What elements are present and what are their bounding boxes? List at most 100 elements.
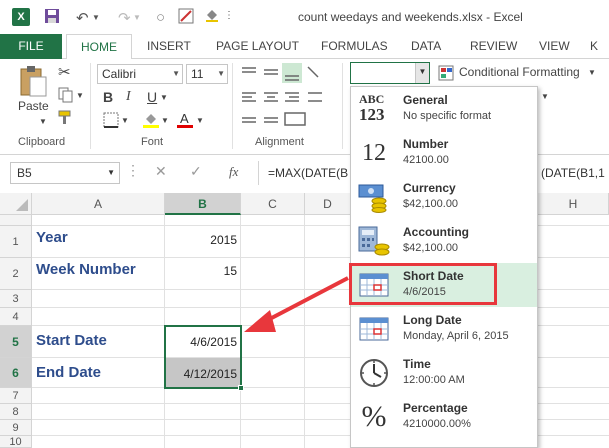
tab-data[interactable]: DATA	[411, 34, 441, 59]
row-header-4[interactable]: 4	[0, 308, 32, 326]
paint-bucket-icon[interactable]	[204, 7, 220, 23]
separator	[342, 63, 343, 149]
formula-input-overflow[interactable]: (DATE(B1,1	[541, 166, 605, 180]
select-all-corner[interactable]	[0, 193, 32, 215]
paste-dropdown-icon[interactable]: ▼	[39, 117, 47, 126]
row-header-7[interactable]: 7	[0, 388, 32, 404]
tab-home[interactable]: HOME	[66, 34, 132, 60]
cell-b5[interactable]: 4/6/2015	[165, 335, 241, 349]
format-as-table-dropdown-icon[interactable]: ▼	[541, 92, 549, 101]
cell-b2[interactable]: 15	[165, 264, 241, 278]
chevron-down-icon[interactable]: ▼	[107, 163, 115, 183]
underline-button[interactable]: U	[147, 89, 157, 105]
row-header-1[interactable]: 1	[0, 226, 32, 258]
tab-more[interactable]: K	[590, 34, 598, 59]
conditional-formatting-button[interactable]: Conditional Formatting	[459, 65, 580, 79]
formula-input[interactable]: =MAX(DATE(B	[268, 166, 348, 180]
tab-insert[interactable]: INSERT	[147, 34, 191, 59]
paste-icon[interactable]	[18, 65, 48, 97]
enter-check-icon[interactable]: ✓	[190, 163, 202, 180]
qat-customize-icon[interactable]: ⋮	[224, 10, 234, 21]
underline-dropdown-icon[interactable]: ▼	[160, 93, 168, 102]
undo-dropdown-icon[interactable]: ▼	[92, 13, 100, 22]
cell-b1[interactable]: 2015	[165, 233, 241, 247]
fill-handle[interactable]	[238, 385, 244, 391]
insert-function-icon[interactable]: fx	[229, 164, 238, 180]
cell-a6[interactable]: End Date	[36, 364, 101, 381]
format-name: Accounting	[403, 225, 469, 239]
row-header-10[interactable]: 10	[0, 436, 32, 448]
format-name: Time	[403, 357, 431, 371]
column-header-a[interactable]: A	[32, 193, 165, 215]
paste-label[interactable]: Paste	[18, 99, 49, 113]
excel-logo-icon: X	[12, 8, 30, 26]
chevron-down-icon: ▼	[172, 69, 180, 78]
font-color-icon[interactable]: A	[176, 111, 194, 129]
format-option-general[interactable]: ABC 123 General No specific format	[351, 87, 537, 131]
format-painter-icon[interactable]	[58, 109, 74, 125]
row-header-6[interactable]: 6	[0, 358, 32, 388]
column-header-c[interactable]: C	[241, 193, 305, 215]
format-option-currency[interactable]: Currency $42,100.00	[351, 175, 537, 219]
font-color-dropdown-icon[interactable]: ▼	[196, 116, 204, 125]
font-name-select[interactable]: Calibri ▼	[97, 64, 183, 84]
copy-dropdown-icon[interactable]: ▼	[76, 91, 84, 100]
name-box-value: B5	[17, 166, 32, 180]
tab-view[interactable]: VIEW	[539, 34, 570, 59]
tab-formulas[interactable]: FORMULAS	[321, 34, 388, 59]
row-header-2[interactable]: 2	[0, 258, 32, 290]
tab-page-layout[interactable]: PAGE LAYOUT	[216, 34, 299, 59]
borders-dropdown-icon[interactable]: ▼	[121, 116, 129, 125]
format-option-number[interactable]: 12 Number 42100.00	[351, 131, 537, 175]
percent-icon: %	[361, 400, 387, 433]
name-box[interactable]: B5 ▼	[10, 162, 120, 184]
copy-icon[interactable]	[58, 87, 74, 103]
cell-a1[interactable]: Year	[36, 229, 68, 246]
ribbon-tabs: FILE HOME INSERT PAGE LAYOUT FORMULAS DA…	[0, 34, 609, 60]
tab-file[interactable]: FILE	[0, 34, 62, 59]
cell-a5[interactable]: Start Date	[36, 332, 107, 349]
format-option-long-date[interactable]: Long Date Monday, April 6, 2015	[351, 307, 537, 351]
cancel-icon[interactable]: ✕	[155, 163, 167, 180]
save-icon[interactable]	[44, 8, 60, 24]
column-header-h[interactable]: H	[538, 193, 609, 215]
alignment-controls[interactable]	[240, 63, 340, 133]
spelling-icon[interactable]	[178, 8, 194, 24]
italic-button[interactable]: I	[126, 89, 131, 105]
row-header-3[interactable]: 3	[0, 290, 32, 308]
redo-icon[interactable]: ↷	[118, 9, 131, 27]
select-all-icon	[16, 199, 28, 211]
separator	[232, 63, 233, 149]
format-option-time[interactable]: Time 12:00:00 AM	[351, 351, 537, 395]
undo-icon[interactable]: ↶	[76, 9, 89, 27]
cell-a2[interactable]: Week Number	[36, 261, 136, 278]
number-format-select[interactable]: ▼	[350, 62, 430, 84]
currency-icon	[358, 184, 387, 213]
circle-icon[interactable]: ○	[156, 9, 165, 26]
column-header-d[interactable]: D	[305, 193, 351, 215]
format-option-accounting[interactable]: Accounting $42,100.00	[351, 219, 537, 263]
format-option-percentage[interactable]: % Percentage 4210000.00%	[351, 395, 537, 439]
row-header-5[interactable]: 5	[0, 326, 32, 358]
fill-color-dropdown-icon[interactable]: ▼	[161, 116, 169, 125]
format-desc: Monday, April 6, 2015	[403, 330, 509, 342]
conditional-formatting-icon[interactable]	[438, 65, 454, 81]
row-header-8[interactable]: 8	[0, 404, 32, 420]
cut-icon[interactable]: ✂	[58, 63, 71, 81]
cell-b6[interactable]: 4/12/2015	[165, 367, 241, 381]
resize-dots-icon[interactable]: ⋮	[126, 162, 140, 179]
chevron-down-icon[interactable]: ▼	[415, 63, 429, 83]
row-header-9[interactable]: 9	[0, 420, 32, 436]
format-desc: $42,100.00	[403, 198, 459, 210]
bold-button[interactable]: B	[103, 89, 113, 105]
column-header-b[interactable]: B	[165, 193, 241, 215]
font-size-select[interactable]: 11 ▼	[186, 64, 228, 84]
tab-review[interactable]: REVIEW	[470, 34, 517, 59]
fill-color-icon[interactable]	[142, 111, 160, 129]
group-label-alignment: Alignment	[255, 136, 304, 148]
document-title: count weedays and weekends.xlsx - Excel	[298, 10, 523, 24]
number-12-icon: 12	[362, 140, 386, 166]
conditional-formatting-dropdown-icon[interactable]: ▼	[588, 68, 596, 77]
redo-dropdown-icon[interactable]: ▼	[133, 13, 141, 22]
borders-icon[interactable]	[103, 112, 119, 128]
